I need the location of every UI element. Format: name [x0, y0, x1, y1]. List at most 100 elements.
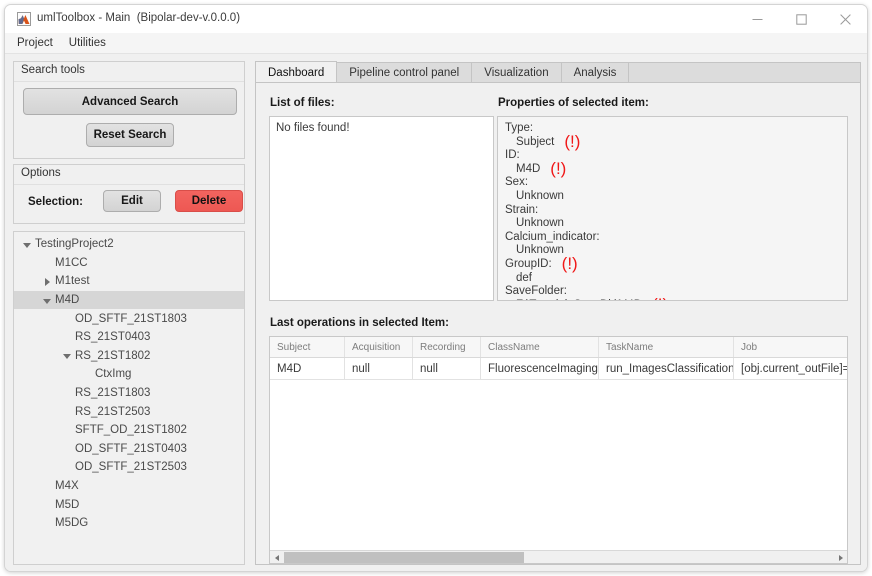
tree-item-OD_SFTF_21ST1803[interactable]: OD_SFTF_21ST1803: [14, 309, 244, 328]
tab-analysis[interactable]: Analysis: [560, 62, 630, 83]
table-row[interactable]: M4D null null FluorescenceImaging run_Images…: [270, 358, 847, 380]
property-text: GroupID:: [505, 257, 552, 270]
tree-item-OD_SFTF_21ST0403[interactable]: OD_SFTF_21ST0403: [14, 440, 244, 459]
scroll-left-icon[interactable]: [270, 551, 283, 563]
edit-button[interactable]: Edit: [103, 190, 161, 212]
panel-divider: [14, 184, 244, 185]
table-column-header[interactable]: Subject: [270, 337, 345, 357]
tab-label: Pipeline control panel: [349, 67, 460, 79]
tree-item-label: OD_SFTF_21ST0403: [75, 442, 187, 455]
maximize-icon[interactable]: [779, 5, 823, 33]
table-header-row: Subject Acquisition Recording ClassName Task…: [270, 337, 847, 358]
property-line: F:\Tutorial_SaveDir\M4D (!): [505, 296, 668, 300]
tree-item-M5DG[interactable]: M5DG: [14, 514, 244, 533]
menu-item-utilities[interactable]: Utilities: [67, 36, 108, 50]
tab-dashboard[interactable]: Dashboard: [255, 61, 338, 83]
table-column-header[interactable]: Recording: [413, 337, 481, 357]
search-tools-title: Search tools: [21, 64, 85, 76]
table-column-header[interactable]: TaskName: [599, 337, 734, 357]
tree-item-M4D[interactable]: M4D: [14, 290, 244, 310]
property-text: Sex:: [505, 176, 529, 189]
tree-item-RS_21ST0403[interactable]: RS_21ST0403: [14, 328, 244, 347]
tree-item-label: CtxImg: [95, 368, 132, 381]
minimize-icon[interactable]: [735, 5, 779, 33]
chevron-down-icon[interactable]: [62, 350, 73, 361]
project-tree[interactable]: TestingProject2 M1CC M1test M4D OD_SFTF_21ST…: [13, 231, 245, 565]
tree-item-TestingProject2[interactable]: TestingProject2: [14, 235, 244, 254]
table-cell[interactable]: null: [345, 358, 413, 379]
tree-item-label: RS_21ST1803: [75, 387, 151, 400]
property-line: Unknown: [505, 244, 668, 258]
operations-table[interactable]: Subject Acquisition Recording ClassName Task…: [269, 336, 848, 564]
tab-visualization[interactable]: Visualization: [471, 62, 562, 83]
scroll-thumb[interactable]: [284, 552, 524, 563]
properties-label: Properties of selected item:: [498, 97, 649, 109]
table-body: M4D null null FluorescenceImaging run_Images…: [270, 358, 847, 380]
options-panel: Options Selection: Edit Delete: [13, 164, 245, 224]
property-text: Unknown: [516, 217, 564, 230]
warning-marker-icon: (!): [550, 158, 567, 178]
tree-item-M5D[interactable]: M5D: [14, 495, 244, 514]
chevron-down-icon[interactable]: [22, 239, 33, 250]
delete-button[interactable]: Delete: [175, 190, 243, 212]
property-text: Strain:: [505, 203, 539, 216]
tab-container: Dashboard Pipeline control panel Visualiza…: [255, 61, 861, 565]
properties-list: Type: Subject (!) ID: M4D (!) Sex: Unknown Strai…: [505, 122, 668, 300]
tree-item-RS_21ST1802[interactable]: RS_21ST1802: [14, 347, 244, 366]
property-text: Unknown: [516, 244, 564, 257]
tree-item-M4X[interactable]: M4X: [14, 477, 244, 496]
table-cell[interactable]: run_ImagesClassification: [599, 358, 734, 379]
advanced-search-button[interactable]: Advanced Search: [23, 88, 237, 115]
tree-item-label: M1test: [55, 275, 90, 288]
tree-item-label: M5D: [55, 498, 80, 511]
tree-item-OD_SFTF_21ST2503[interactable]: OD_SFTF_21ST2503: [14, 458, 244, 477]
property-text: M4D: [516, 162, 541, 175]
property-text: SaveFolder:: [505, 285, 568, 298]
tree-item-label: M4X: [55, 480, 79, 493]
property-line: Calcium_indicator:: [505, 231, 668, 245]
chevron-right-icon[interactable]: [42, 276, 53, 287]
tree-item-label: OD_SFTF_21ST1803: [75, 312, 187, 325]
scroll-right-icon[interactable]: [834, 551, 847, 563]
menu-bar: Project Utilities: [5, 33, 867, 54]
table-column-header[interactable]: Acquisition: [345, 337, 413, 357]
tree-item-RS_21ST1803[interactable]: RS_21ST1803: [14, 384, 244, 403]
table-cell[interactable]: M4D: [270, 358, 345, 379]
menu-item-project[interactable]: Project: [15, 36, 55, 50]
tree-item-SFTF_OD_21ST1802[interactable]: SFTF_OD_21ST1802: [14, 421, 244, 440]
property-line: GroupID: (!): [505, 255, 668, 272]
table-column-header[interactable]: Job: [734, 337, 847, 357]
tree-item-label: SFTF_OD_21ST1802: [75, 424, 187, 437]
chevron-down-icon[interactable]: [42, 295, 53, 306]
property-text: F:\Tutorial_SaveDir\M4D: [516, 299, 642, 300]
table-horizontal-scrollbar[interactable]: [270, 550, 847, 563]
window-controls: [735, 5, 867, 33]
tree-item-label: TestingProject2: [35, 238, 114, 251]
tree-item-M1CC[interactable]: M1CC: [14, 254, 244, 273]
table-cell[interactable]: null: [413, 358, 481, 379]
table-cell[interactable]: FluorescenceImaging: [481, 358, 599, 379]
selection-label: Selection:: [28, 196, 83, 208]
tree-item-label: M4D: [55, 294, 80, 307]
reset-search-button[interactable]: Reset Search: [86, 123, 174, 147]
tree-item-RS_21ST2503[interactable]: RS_21ST2503: [14, 402, 244, 421]
window-title: umlToolbox - Main (Bipolar-dev-v.0.0.0): [37, 12, 241, 24]
close-icon[interactable]: [823, 5, 867, 33]
properties-box[interactable]: Type: Subject (!) ID: M4D (!) Sex: Unknown Strai…: [497, 116, 848, 301]
tab-pipeline-control-panel[interactable]: Pipeline control panel: [336, 62, 473, 83]
tree-item-M1test[interactable]: M1test: [14, 272, 244, 291]
tab-label: Analysis: [573, 67, 617, 79]
table-cell[interactable]: [obj.current_outFile]=run_Imag: [734, 358, 847, 379]
tree-item-CtxImg[interactable]: CtxImg: [14, 365, 244, 384]
files-list-box[interactable]: No files found!: [269, 116, 494, 301]
tree-item-label: RS_21ST1802: [75, 349, 151, 362]
tree-item-label: RS_21ST2503: [75, 405, 151, 418]
tab-label: Dashboard: [268, 66, 325, 79]
table-column-header[interactable]: ClassName: [481, 337, 599, 357]
main-body: Search tools Advanced Search Reset Searc…: [5, 54, 867, 571]
